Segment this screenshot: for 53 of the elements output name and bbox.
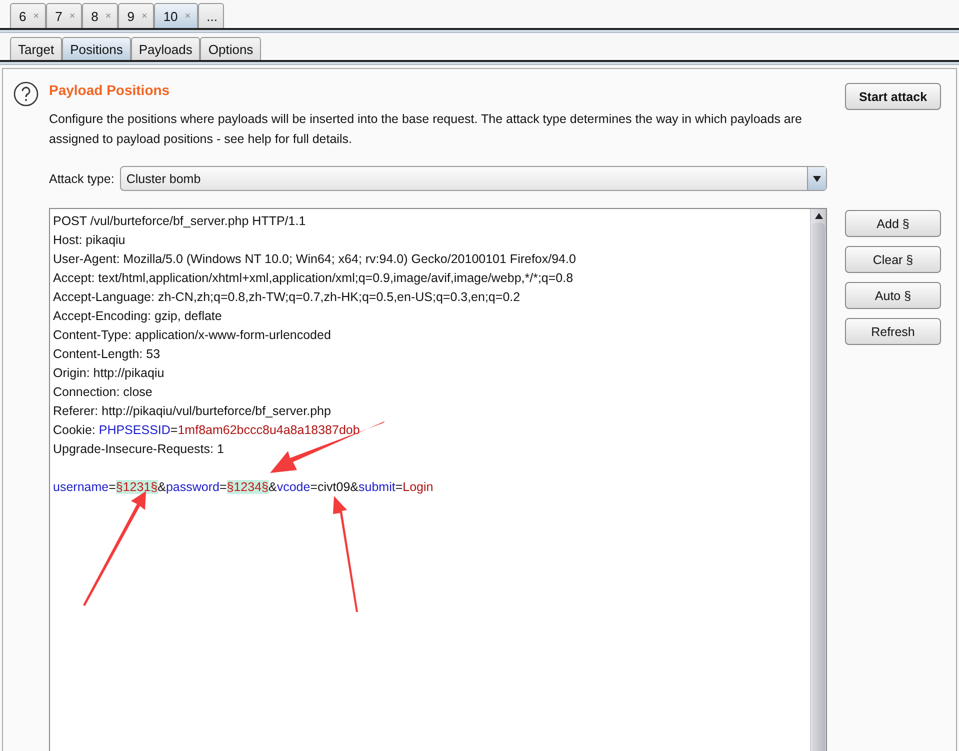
request-text: Accept: text/html,application/xhtml+xml,application/xml;q=0.9,image/avif,image/webp,*/*;q=0.8 [53, 271, 574, 285]
attack-type-label: Attack type: [49, 172, 114, 186]
attack-type-dropdown[interactable]: Cluster bomb [120, 166, 828, 191]
request-text: = [219, 480, 227, 494]
request-tab[interactable]: 8 × [82, 3, 118, 28]
start-attack-button[interactable]: Start attack [845, 83, 941, 110]
section-title: Payload Positions [49, 82, 171, 98]
request-text: = [170, 423, 178, 437]
side-button[interactable]: Auto § [845, 282, 941, 309]
payload-marker: §1231§ [116, 480, 158, 494]
request-text: =civt09& [310, 480, 358, 494]
request-text: & [268, 480, 277, 494]
request-editor[interactable] [49, 208, 827, 751]
payload-marker: §1234§ [226, 480, 268, 494]
request-text: User-Agent: Mozilla/5.0 (Windows NT 10.0; Win64; x64; rv:94.0) Gecko/20100101 Firefox/94.0 [53, 252, 576, 266]
request-text: = [108, 480, 116, 494]
request-text: Content-Type: application/x-www-form-urlencoded [53, 328, 331, 342]
tab[interactable]: Options [200, 37, 262, 60]
request-tab[interactable]: 10 × [154, 3, 198, 28]
section-description: Configure the positions where payloads will be inserted into the base request. The attack type determines the way in which payloads are assigned to payload positions - see help for full details. [49, 111, 803, 148]
request-text: POST /vul/burteforce/bf_server.php HTTP/1.1 [53, 214, 306, 228]
parameter-name: PHPSESSID [98, 423, 170, 437]
request-text: Connection: close [53, 385, 152, 399]
tab[interactable]: Payloads [130, 37, 200, 60]
request-tab[interactable]: ... [198, 3, 224, 28]
side-button[interactable]: Clear § [845, 246, 941, 273]
request-text: & [158, 480, 166, 494]
request-tab[interactable]: 6 × [10, 3, 46, 28]
request-tab[interactable]: 7 × [46, 3, 82, 28]
request-text: Upgrade-Insecure-Requests: 1 [53, 442, 224, 456]
scroll-up-icon[interactable] [814, 213, 822, 219]
scrollbar[interactable] [810, 209, 826, 751]
help-icon[interactable] [13, 81, 39, 107]
parameter-name: vcode [276, 480, 310, 494]
request-text: Content-Length: 53 [53, 347, 160, 361]
request-text: Referer: http://pikaqiu/vul/burteforce/bf_server.php [53, 404, 331, 418]
tab[interactable]: Target [10, 37, 62, 60]
side-button[interactable]: Add § [845, 210, 941, 237]
dropdown-arrow-icon [813, 176, 822, 182]
parameter-name: submit [358, 480, 396, 494]
request-text: Accept-Encoding: gzip, deflate [53, 309, 222, 323]
parameter-value: 1mf8am62bccc8u4a8a18387dob [178, 423, 360, 437]
request-text: Origin: http://pikaqiu [53, 366, 164, 380]
request-text: Cookie: [53, 423, 96, 437]
tab[interactable]: Positions [62, 37, 131, 60]
request-text: Host: pikaqiu [53, 233, 126, 247]
parameter-name: password [166, 480, 220, 494]
request-tab[interactable]: 9 × [118, 3, 154, 28]
parameter-value: Login [402, 480, 434, 494]
side-button[interactable]: Refresh [845, 318, 941, 345]
request-text: Accept-Language: zh-CN,zh;q=0.8,zh-TW;q=0.7,zh-HK;q=0.5,en-US;q=0.3,en;q=0.2 [53, 290, 520, 304]
parameter-name: username [53, 480, 109, 494]
request-text: = [395, 480, 403, 494]
